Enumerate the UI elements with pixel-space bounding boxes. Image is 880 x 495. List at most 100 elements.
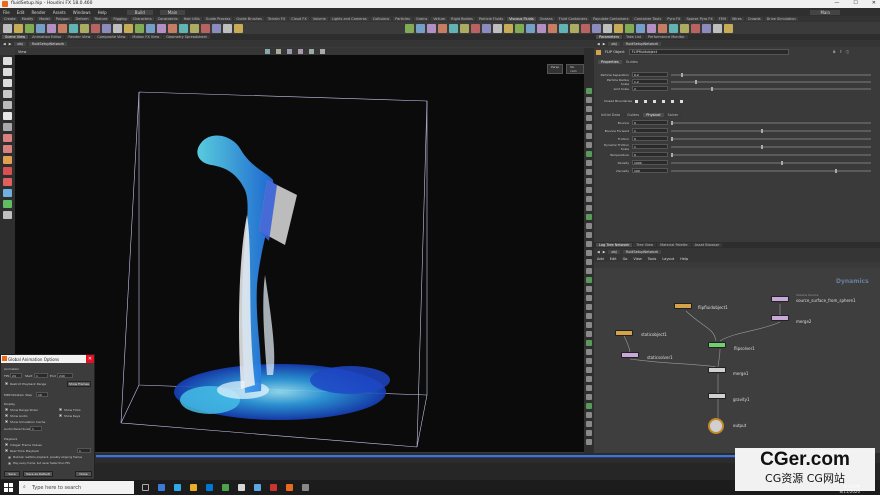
network-tab-asset-browser[interactable]: Asset Browser [691,243,723,247]
param-subtab2-physical[interactable]: Physical [643,113,664,117]
shelf-tool-icon[interactable] [427,23,436,33]
param-subtab2-initial-data[interactable]: Initial Data [598,113,624,117]
app-white-icon[interactable] [238,484,245,491]
param-slider[interactable] [671,160,871,165]
display-option-icon[interactable] [586,349,592,355]
param-value-field[interactable]: 2 [632,86,668,91]
houdini-taskbar-icon[interactable] [286,484,293,491]
shelf-tab-crowds[interactable]: Crowds [745,17,763,21]
path-node[interactable]: fluidSetupNetwork [28,41,68,46]
param-tab-parameters[interactable]: Parameters [596,35,623,39]
node-merge1[interactable] [708,367,726,373]
shelf-tab-lights-and-cameras[interactable]: Lights and Cameras [329,17,369,21]
home-icon[interactable] [309,49,314,54]
info-icon[interactable]: ⓘ [846,50,850,55]
shelf-tool-icon[interactable] [515,23,524,33]
show-keys-checkbox[interactable] [59,414,62,417]
display-option-icon[interactable] [586,394,592,400]
param-slider-handle[interactable] [681,72,683,77]
display-option-icon[interactable] [586,97,592,103]
shelf-tool-icon[interactable] [113,23,122,33]
shelf-tool-icon[interactable] [669,23,678,33]
shelf-tool-icon[interactable] [460,23,469,33]
tool-icon[interactable] [3,211,12,219]
shelf-tool-icon[interactable] [570,23,579,33]
persp-menu[interactable]: Persp [547,64,564,74]
show-range-checkbox[interactable] [5,408,8,411]
fps-field[interactable]: 24 [10,373,22,378]
boundary-checkbox[interactable] [635,99,638,103]
display-option-icon[interactable] [586,331,592,337]
tool-icon[interactable] [3,79,12,87]
tool-icon[interactable] [3,156,12,164]
node-merge2[interactable] [771,315,789,321]
param-forward-icon[interactable]: ▶ [603,42,606,46]
display-option-icon[interactable] [586,277,592,283]
shelf-tool-icon[interactable] [713,23,722,33]
store-icon[interactable] [174,484,181,491]
scene-viewport[interactable]: Persp No cam [15,55,584,452]
display-option-icon[interactable] [586,259,592,265]
app-gray-icon[interactable] [302,484,309,491]
tool-icon[interactable] [3,145,12,153]
shelf-tool-icon[interactable] [526,23,535,33]
param-subtab-guides[interactable]: Guides [622,60,641,64]
shelf-tool-icon[interactable] [14,23,23,33]
tool-icon[interactable] [3,90,12,98]
maximize-button[interactable]: ☐ [853,0,857,6]
shelf-tab-hair-utils[interactable]: Hair Utils [181,17,202,21]
display-option-icon[interactable] [586,340,592,346]
param-subtab2-solver[interactable]: Solver [664,113,682,117]
param-value-field[interactable]: 0 [632,120,668,125]
realtime-factor-field[interactable]: 1 [77,448,91,453]
param-slider-handle[interactable] [761,144,763,149]
menu-help[interactable]: Help [98,10,107,15]
display-option-icon[interactable] [586,169,592,175]
shelf-tab-cloud-fx[interactable]: Cloud FX [289,17,309,21]
shelf-tool-icon[interactable] [168,23,177,33]
tool-icon[interactable] [3,112,12,120]
shelf-tool-icon[interactable] [91,23,100,33]
app-red-icon[interactable] [270,484,277,491]
param-subtab2-guides[interactable]: Guides [624,113,643,117]
show-audio-checkbox[interactable] [5,414,8,417]
viewport-tab-motion-fx-view[interactable]: Motion FX View [129,35,163,39]
shelf-tab-wires[interactable]: Wires [730,17,744,21]
shelf-tool-icon[interactable] [724,23,733,33]
task-view-icon[interactable] [142,484,149,491]
forward-arrow-icon[interactable]: ▶ [9,42,12,46]
shelf-tool-icon[interactable] [471,23,480,33]
shelf-tool-icon[interactable] [702,23,711,33]
shelf-tool-icon[interactable] [548,23,557,33]
shelf-tool-icon[interactable] [157,23,166,33]
shelf-tool-icon[interactable] [47,23,56,33]
shelf-tab-terrain-fx[interactable]: Terrain FX [265,17,288,21]
viewport-tab-geometry-spreadsheet[interactable]: Geometry Spreadsheet [163,35,210,39]
network-menu-tools[interactable]: Tools [648,257,657,261]
shelf-tab-viscous-fluids[interactable]: Viscous Fluids [507,17,536,21]
shelf-tab-particle-fluids[interactable]: Particle Fluids [476,17,506,21]
param-slider-handle[interactable] [695,79,697,84]
shelf-tool-icon[interactable] [614,23,623,33]
display-option-icon[interactable] [586,142,592,148]
display-option-icon[interactable] [586,232,592,238]
viewport-tab-composite-view[interactable]: Composite View [94,35,129,39]
shelf-tool-icon[interactable] [58,23,67,33]
tumble-icon[interactable] [276,49,281,54]
shelf-tool-icon[interactable] [80,23,89,33]
param-slider[interactable] [671,120,871,125]
param-value-field[interactable]: 0 [632,136,668,141]
display-option-icon[interactable] [586,430,592,436]
shelf-tab-deform[interactable]: Deform [73,17,91,21]
param-slider[interactable] [671,72,871,77]
tool-icon[interactable] [3,134,12,142]
param-slider-handle[interactable] [781,160,783,165]
param-value-field[interactable]: 0 [632,152,668,157]
display-option-icon[interactable] [586,286,592,292]
shelf-tab-sparse-pyro-fx[interactable]: Sparse Pyro FX [684,17,715,21]
param-value-field[interactable]: 1000 [632,160,668,165]
param-value-field[interactable]: 100 [632,168,668,173]
shelf-tool-icon[interactable] [603,23,612,33]
shelf-tab-characters[interactable]: Characters [130,17,154,21]
param-slider-handle[interactable] [835,168,837,173]
